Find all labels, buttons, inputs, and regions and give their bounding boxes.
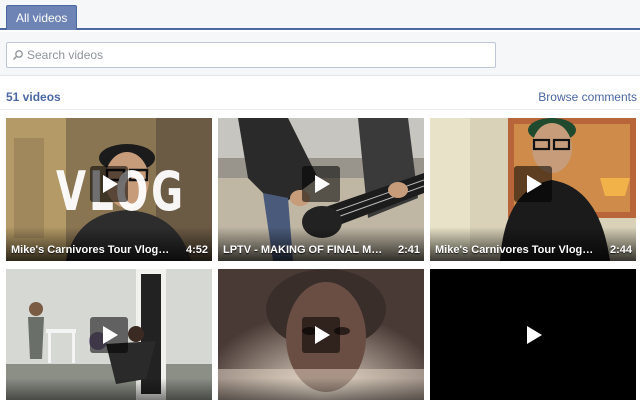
video-card[interactable]: VLOG Mike's Carnivores Tour Vlog #2 4:52 — [6, 118, 212, 261]
video-duration: 2:41 — [397, 244, 420, 256]
video-card[interactable] — [218, 269, 424, 400]
video-card[interactable] — [6, 269, 212, 400]
play-button[interactable] — [302, 166, 340, 202]
caption-shade — [218, 378, 424, 400]
video-card[interactable] — [430, 269, 636, 400]
video-duration: 2:44 — [609, 244, 632, 256]
search-bar — [0, 32, 640, 76]
play-button[interactable] — [90, 166, 128, 202]
play-button[interactable] — [90, 317, 128, 353]
video-title: LPTV - MAKING OF FINAL MASQUE... — [223, 244, 383, 256]
search-icon — [12, 50, 23, 61]
play-icon — [315, 175, 330, 193]
play-icon — [527, 326, 542, 344]
video-card[interactable]: LPTV - MAKING OF FINAL MASQUE... 2:41 — [218, 118, 424, 261]
play-icon — [315, 326, 330, 344]
caption-shade — [6, 378, 212, 400]
play-button[interactable] — [302, 317, 340, 353]
video-count: 51 videos — [6, 90, 61, 104]
play-button[interactable] — [514, 317, 552, 353]
video-title: Mike's Carnivores Tour Vlog #1 — [435, 244, 595, 256]
browse-comments-link[interactable]: Browse comments — [538, 90, 637, 104]
video-duration: 4:52 — [185, 244, 208, 256]
play-icon — [527, 175, 542, 193]
list-header: 51 videos Browse comments — [0, 82, 640, 110]
search-box[interactable] — [6, 42, 496, 68]
tab-bar: All videos — [0, 0, 640, 30]
search-input[interactable] — [27, 48, 487, 62]
play-icon — [103, 175, 118, 193]
tab-all-videos[interactable]: All videos — [6, 5, 78, 30]
play-icon — [103, 326, 118, 344]
video-title: Mike's Carnivores Tour Vlog #2 — [11, 244, 171, 256]
video-card[interactable]: Mike's Carnivores Tour Vlog #1 2:44 — [430, 118, 636, 261]
play-button[interactable] — [514, 166, 552, 202]
